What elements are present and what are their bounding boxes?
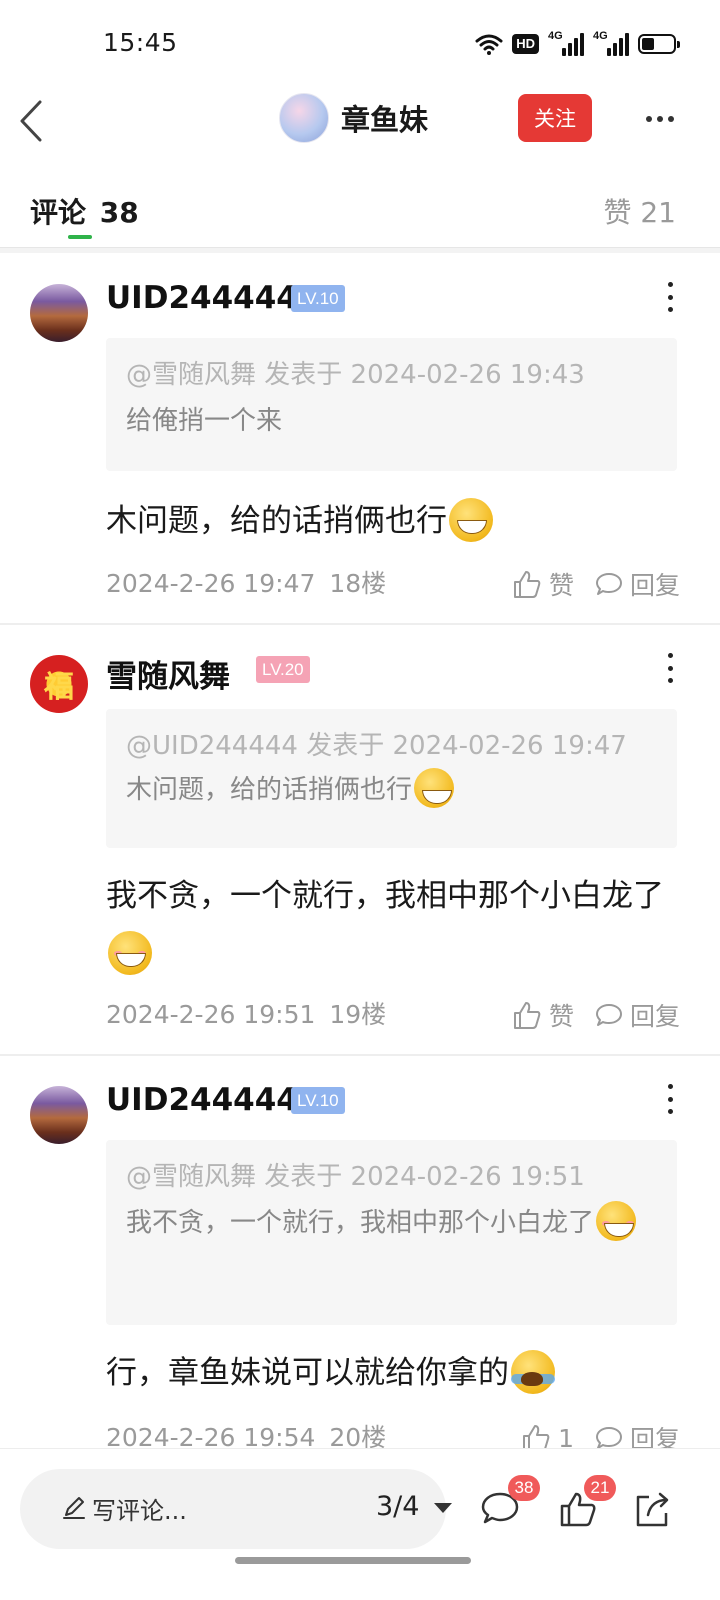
author-name[interactable]: 章鱼妹 (341, 97, 428, 139)
comment-body: 行，章鱼妹说可以就给你拿的 (106, 1344, 686, 1402)
like-count-badge: 21 (584, 1475, 616, 1501)
like-label: 赞 (548, 1002, 574, 1031)
author-info[interactable]: 章鱼妹 (279, 93, 428, 143)
like-count: 1 (558, 1423, 574, 1449)
write-comment-placeholder: 写评论... (92, 1497, 187, 1525)
floor-number: 19楼 (329, 1000, 387, 1029)
quoted-comment[interactable]: @雪随风舞 发表于 2024-02-26 19:43 给俺捎一个来 (106, 338, 677, 471)
quote-text: 我不贪，一个就行，我相中那个小白龙了 (126, 1200, 657, 1246)
quote-text: 给俺捎一个来 (126, 406, 283, 436)
divider (0, 247, 720, 253)
reply-bubble-icon (595, 1427, 622, 1448)
like-button[interactable]: 1 (520, 1422, 574, 1448)
comment-item: UID244444 LV.10 @雪随风舞 发表于 2024-02-26 19:… (0, 1056, 720, 1448)
thumbs-up-icon (513, 571, 541, 598)
level-badge: LV.20 (256, 656, 310, 683)
avatar[interactable] (30, 1086, 88, 1144)
kebab-icon[interactable] (660, 1082, 680, 1116)
reply-label: 回复 (629, 571, 680, 600)
more-icon[interactable] (640, 102, 680, 136)
back-button[interactable] (14, 94, 54, 144)
comment-text: 行，章鱼妹说可以就给你拿的 (106, 1355, 509, 1391)
comment-item: UID244444 LV.10 @雪随风舞 发表于 2024-02-26 19:… (0, 254, 720, 624)
beaming-emoji-icon (596, 1200, 637, 1241)
share-icon (636, 1492, 669, 1527)
network-type: 4G (593, 30, 608, 42)
comment-time: 2024-2-26 19:47 (106, 569, 316, 598)
grin-emoji-icon (449, 497, 493, 542)
home-indicator[interactable] (235, 1557, 471, 1564)
level-badge: LV.10 (291, 1087, 345, 1114)
like-button[interactable]: 赞 (511, 997, 574, 1033)
floor-number: 20楼 (329, 1423, 387, 1448)
reply-button[interactable]: 回复 (594, 1420, 680, 1448)
nav-header: 章鱼妹 关注 (0, 88, 720, 150)
status-icons: HD 4G 4G (475, 30, 680, 58)
laugh-cry-emoji-icon (511, 1349, 555, 1394)
quote-meta: @雪随风舞 发表于 2024-02-26 19:43 (126, 360, 585, 390)
signal-icon: 4G (593, 30, 629, 56)
comment-item: 福 雪随风舞 LV.20 @UID244444 发表于 2024-02-26 1… (0, 625, 720, 1055)
page-indicator[interactable]: 3/4 (376, 1491, 419, 1522)
reply-bubble-icon (595, 573, 622, 595)
grin-emoji-icon (414, 767, 455, 808)
quote-meta: @UID244444 发表于 2024-02-26 19:47 (126, 731, 627, 761)
reply-label: 回复 (629, 1425, 680, 1448)
avatar[interactable] (279, 93, 329, 143)
bottom-bar: 写评论... 3/4 38 21 (0, 1448, 720, 1600)
avatar[interactable] (30, 284, 88, 342)
like-label: 赞 (548, 571, 574, 600)
battery-icon (638, 34, 680, 54)
thumbs-up-icon (523, 1425, 550, 1448)
chevron-down-icon[interactable] (434, 1503, 452, 1513)
kebab-icon[interactable] (660, 280, 680, 314)
signal-icon: 4G (548, 30, 584, 56)
tab-comments-label: 评论 (30, 196, 87, 229)
quoted-comment[interactable]: @雪随风舞 发表于 2024-02-26 19:51 我不贪，一个就行，我相中那… (106, 1140, 677, 1325)
comment-body: 我不贪，一个就行，我相中那个小白龙了 (106, 867, 666, 983)
kebab-icon[interactable] (660, 651, 680, 685)
comment-time: 2024-2-26 19:51 (106, 1000, 316, 1029)
quote-meta: @雪随风舞 发表于 2024-02-26 19:51 (126, 1162, 585, 1192)
comment-text: 木问题，给的话捎俩也行 (106, 503, 447, 539)
wifi-icon (475, 34, 503, 55)
follow-button[interactable]: 关注 (518, 94, 592, 142)
network-type: 4G (548, 30, 563, 42)
quote-text-content: 我不贪，一个就行，我相中那个小白龙了 (126, 1208, 595, 1238)
tab-bar: 评论 38 赞 21 (0, 185, 720, 247)
comment-footer: 2024-2-26 19:51 19楼 赞 回复 (106, 995, 680, 1035)
tab-likes[interactable]: 赞 21 (603, 191, 676, 231)
status-bar: 15:45 HD 4G 4G (0, 0, 720, 88)
comment-username[interactable]: 雪随风舞 (106, 651, 230, 696)
tab-comments[interactable]: 评论 38 (30, 191, 139, 231)
comment-text: 我不贪，一个就行，我相中那个小白龙了 (106, 878, 664, 914)
reply-bubble-icon (595, 1004, 622, 1026)
reply-button[interactable]: 回复 (594, 566, 680, 602)
quote-text: 木问题，给的话捎俩也行 (126, 767, 657, 813)
comment-username[interactable]: UID244444 (106, 1082, 298, 1118)
back-icon (20, 100, 42, 142)
like-button[interactable]: 赞 (511, 566, 574, 602)
quoted-comment[interactable]: @UID244444 发表于 2024-02-26 19:47 木问题，给的话捎… (106, 709, 677, 848)
tab-indicator (68, 235, 92, 239)
reply-button[interactable]: 回复 (594, 997, 680, 1033)
quote-text-content: 木问题，给的话捎俩也行 (126, 775, 413, 805)
floor-number: 18楼 (329, 569, 387, 598)
comment-time: 2024-2-26 19:54 (106, 1423, 316, 1448)
status-time: 15:45 (103, 28, 178, 57)
beaming-emoji-icon (108, 930, 152, 975)
reply-label: 回复 (629, 1002, 680, 1031)
tab-comments-count: 38 (99, 196, 139, 229)
comment-username[interactable]: UID244444 (106, 280, 298, 316)
avatar[interactable]: 福 (30, 655, 88, 713)
comment-count-badge: 38 (508, 1475, 540, 1501)
comment-footer: 2024-2-26 19:47 18楼 赞 回复 (106, 564, 680, 604)
hd-badge: HD (512, 34, 539, 54)
comment-body: 木问题，给的话捎俩也行 (106, 492, 686, 550)
pencil-icon (63, 1497, 85, 1519)
write-comment-input[interactable]: 写评论... 3/4 (20, 1469, 452, 1549)
level-badge: LV.10 (291, 285, 345, 312)
thumbs-up-icon (513, 1002, 541, 1029)
comment-footer: 2024-2-26 19:54 20楼 1 回复 (106, 1418, 680, 1448)
